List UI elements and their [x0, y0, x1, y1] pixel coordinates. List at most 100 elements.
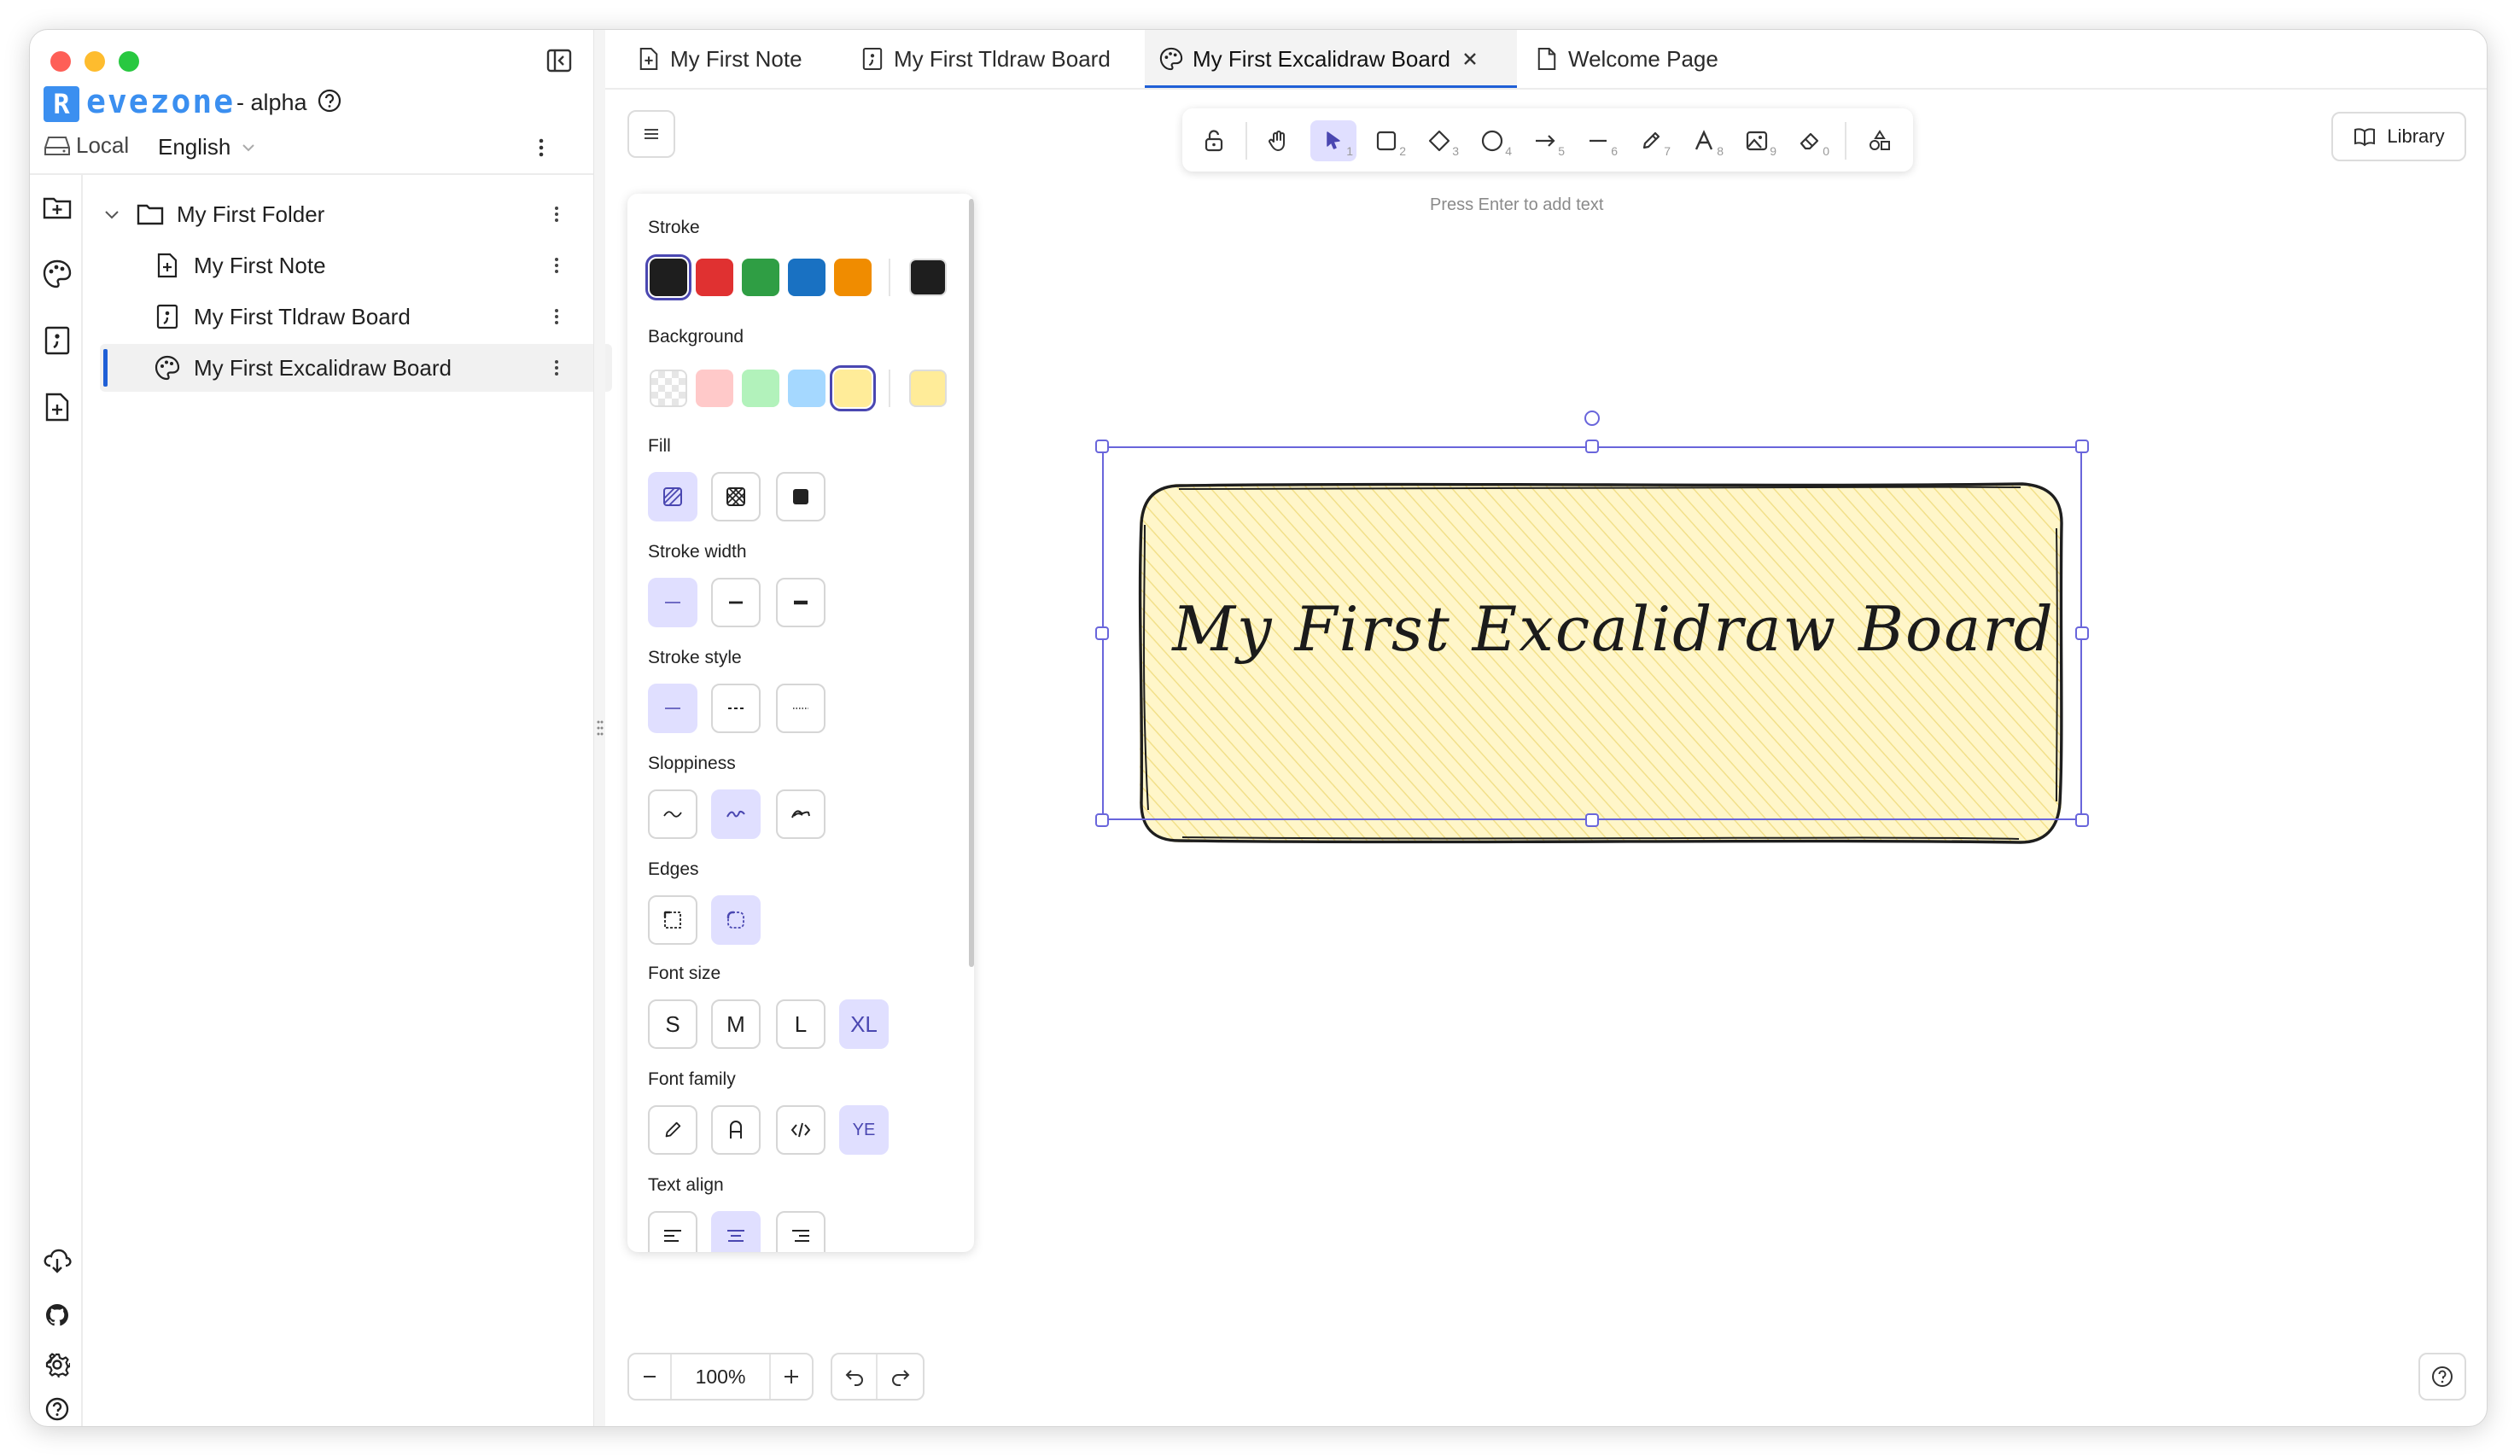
resize-handle-nw[interactable] [1095, 440, 1109, 453]
font-size-m-button[interactable]: M [711, 999, 761, 1049]
stroke-swatch-black[interactable] [645, 254, 691, 300]
stroke-swatch-red[interactable] [696, 259, 733, 296]
stroke-width-bold-button[interactable] [711, 578, 761, 627]
item-more-icon[interactable] [544, 300, 569, 334]
cloud-sync-icon[interactable] [40, 1243, 74, 1278]
hand-tool[interactable] [1256, 120, 1302, 161]
library-button[interactable]: Library [2331, 112, 2466, 161]
workspace-more-icon[interactable] [528, 131, 554, 165]
stroke-swatch-green[interactable] [742, 259, 779, 296]
folder-more-icon[interactable] [544, 197, 569, 231]
text-align-left-button[interactable] [648, 1211, 697, 1252]
stroke-current-color[interactable] [909, 259, 947, 296]
arrow-tool[interactable]: 5 [1522, 120, 1568, 161]
dashed-line-icon [728, 708, 744, 709]
resize-handle-n[interactable] [1585, 440, 1599, 453]
draw-tool[interactable]: 7 [1628, 120, 1674, 161]
diamond-tool[interactable]: 3 [1416, 120, 1462, 161]
item-more-icon[interactable] [544, 351, 569, 385]
stroke-width-extra-bold-button[interactable] [776, 578, 825, 627]
font-family-normal-button[interactable] [711, 1105, 761, 1155]
font-size-xl-button[interactable]: XL [839, 999, 889, 1049]
selection-tool[interactable]: 1 [1310, 120, 1356, 161]
board-text[interactable]: My First Excalidraw Board [1131, 593, 2096, 665]
edges-sharp-button[interactable] [648, 895, 697, 945]
tab-my-first-note[interactable]: My First Note [619, 30, 832, 88]
text-tool[interactable]: 8 [1681, 120, 1727, 161]
font-family-custom-button[interactable]: YE [839, 1105, 889, 1155]
rotation-handle[interactable] [1584, 411, 1600, 426]
new-tldraw-icon[interactable] [40, 323, 74, 358]
font-size-l-button[interactable]: L [776, 999, 825, 1049]
tree-item-note[interactable]: My First Note [153, 242, 580, 289]
ellipse-icon [1481, 130, 1503, 152]
fill-solid-button[interactable] [776, 472, 825, 521]
extra-shapes-tool[interactable] [1857, 120, 1903, 161]
rectangle-tool[interactable]: 2 [1363, 120, 1409, 161]
new-note-icon[interactable] [40, 390, 74, 424]
storage-selector[interactable]: Local [44, 132, 129, 159]
redo-button[interactable] [878, 1354, 923, 1399]
stroke-style-dashed-button[interactable] [711, 684, 761, 733]
resize-handle-se[interactable] [2075, 813, 2089, 827]
tab-welcome-page[interactable]: Welcome Page [1522, 30, 1735, 88]
chevron-down-icon[interactable] [102, 204, 122, 224]
new-folder-icon[interactable] [40, 190, 74, 224]
stroke-width-thin-button[interactable] [648, 578, 697, 627]
resize-handle-s[interactable] [1585, 813, 1599, 827]
image-tool[interactable]: 9 [1734, 120, 1780, 161]
ellipse-tool[interactable]: 4 [1469, 120, 1515, 161]
line-tool[interactable]: 6 [1575, 120, 1621, 161]
help-circle-icon[interactable] [317, 88, 342, 114]
stroke-style-solid-button[interactable] [648, 684, 697, 733]
undo-button[interactable] [832, 1354, 878, 1399]
panel-scrollbar[interactable] [969, 199, 974, 967]
stroke-swatch-blue[interactable] [788, 259, 825, 296]
background-swatch-transparent[interactable] [650, 370, 687, 407]
sloppiness-architect-button[interactable] [648, 789, 697, 839]
new-excalidraw-icon[interactable] [40, 257, 74, 291]
resize-handle-sw[interactable] [1095, 813, 1109, 827]
tree-folder-row[interactable]: My First Folder [102, 190, 580, 238]
sloppiness-artist-button[interactable] [711, 789, 761, 839]
tree-item-tldraw[interactable]: My First Tldraw Board [153, 293, 580, 341]
background-swatch-pink[interactable] [696, 370, 733, 407]
canvas-help-button[interactable] [2418, 1353, 2466, 1401]
language-selector[interactable]: English [158, 134, 258, 160]
sidebar-resize-handle[interactable] [593, 30, 605, 1426]
fill-cross-hatch-button[interactable] [711, 472, 761, 521]
tab-my-first-tldraw-board[interactable]: My First Tldraw Board [843, 30, 1141, 88]
resize-handle-w[interactable] [1095, 626, 1109, 640]
eraser-tool[interactable]: 0 [1787, 120, 1833, 161]
background-swatch-yellow[interactable] [830, 365, 876, 411]
edges-round-button[interactable] [711, 895, 761, 945]
sloppiness-cartoonist-button[interactable] [776, 789, 825, 839]
stroke-style-dotted-button[interactable] [776, 684, 825, 733]
background-swatch-blue[interactable] [788, 370, 825, 407]
lock-tool[interactable] [1191, 120, 1237, 161]
collapse-sidebar-icon[interactable] [542, 44, 576, 78]
background-swatch-green[interactable] [742, 370, 779, 407]
zoom-in-button[interactable] [769, 1354, 812, 1399]
background-current-color[interactable] [909, 370, 947, 407]
font-family-code-button[interactable] [776, 1105, 825, 1155]
font-family-handwritten-button[interactable] [648, 1105, 697, 1155]
minus-icon [644, 1376, 656, 1377]
tab-my-first-excalidraw-board[interactable]: My First Excalidraw Board [1145, 30, 1517, 88]
help-icon[interactable] [40, 1392, 74, 1426]
github-icon[interactable] [40, 1298, 74, 1332]
item-more-icon[interactable] [544, 248, 569, 282]
tree-item-excalidraw[interactable]: My First Excalidraw Board [153, 344, 580, 392]
unlock-icon [1205, 130, 1223, 152]
resize-handle-ne[interactable] [2075, 440, 2089, 453]
fill-hachure-button[interactable] [648, 472, 697, 521]
zoom-level[interactable]: 100% [672, 1366, 769, 1389]
font-size-s-button[interactable]: S [648, 999, 697, 1049]
stroke-swatch-orange[interactable] [834, 259, 872, 296]
text-align-right-button[interactable] [776, 1211, 825, 1252]
main-menu-button[interactable] [627, 110, 675, 158]
text-align-center-button[interactable] [711, 1211, 761, 1252]
close-tab-icon[interactable] [1462, 51, 1478, 67]
settings-gear-icon[interactable] [40, 1348, 74, 1382]
zoom-out-button[interactable] [629, 1354, 672, 1399]
